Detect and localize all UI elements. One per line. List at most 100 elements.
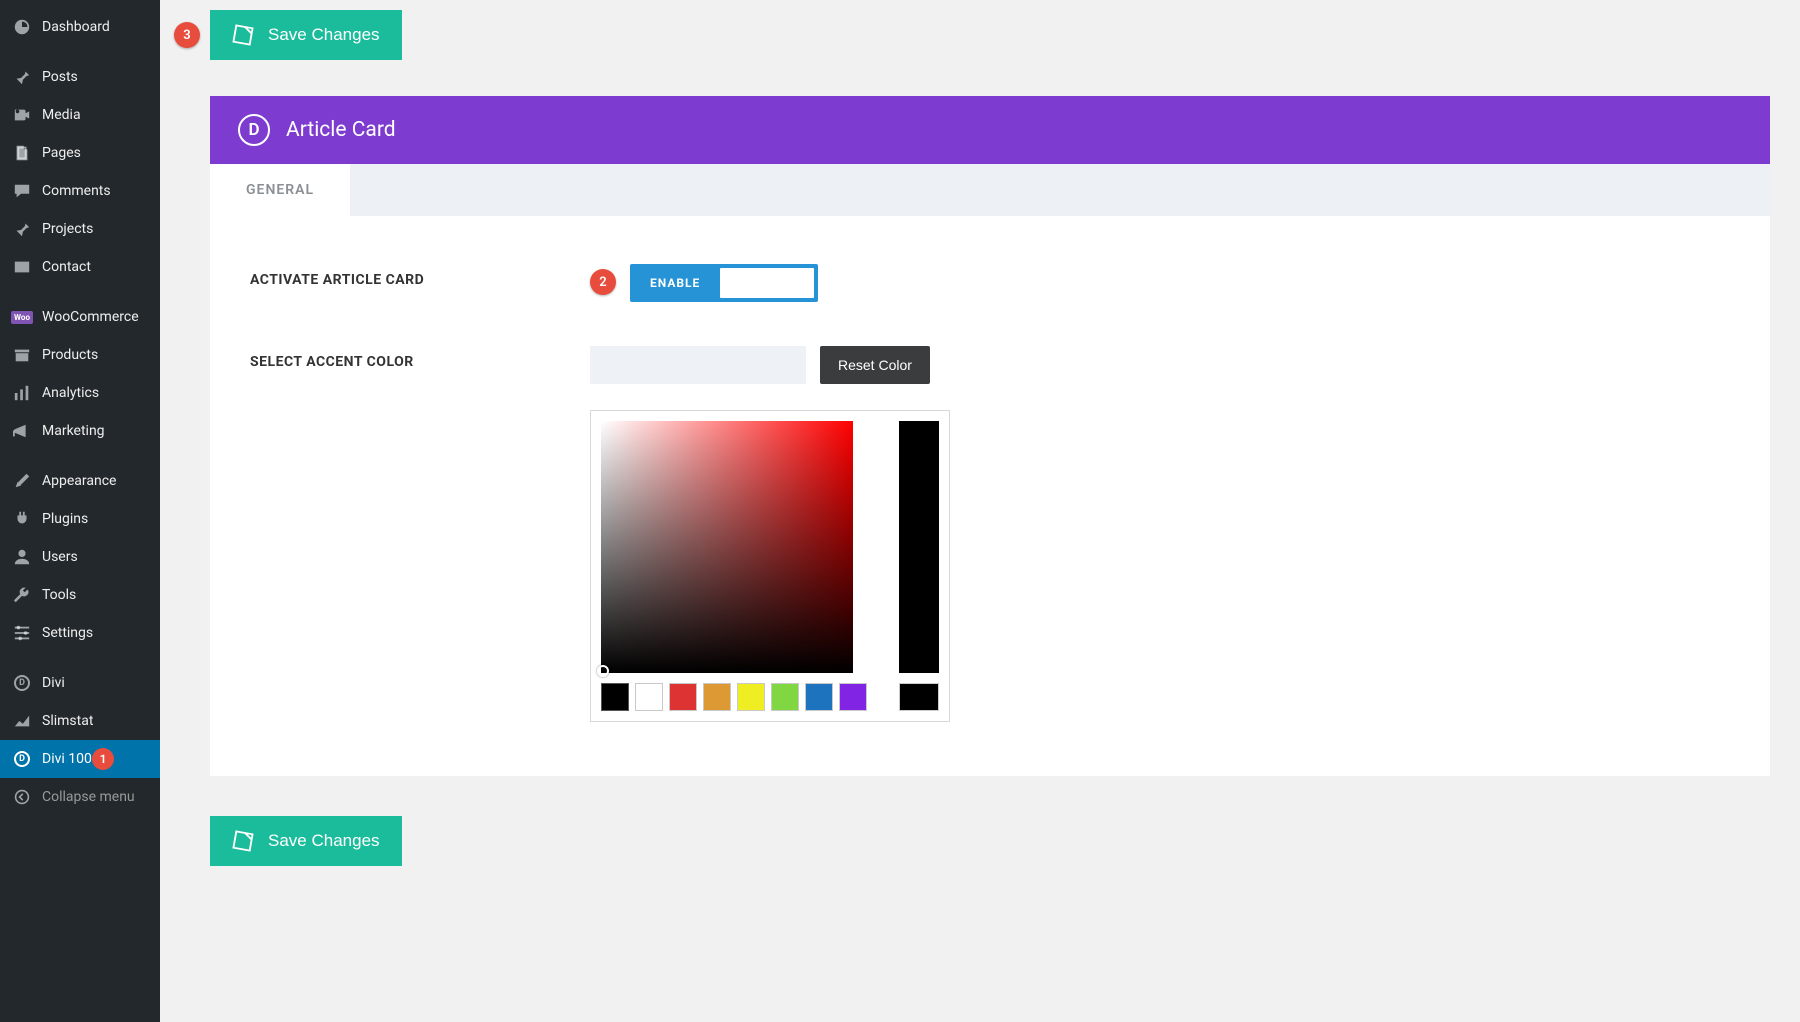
divi-logo-icon: D xyxy=(238,114,270,146)
archive-icon xyxy=(12,345,32,365)
megaphone-icon xyxy=(12,421,32,441)
sidebar-item-settings[interactable]: Settings xyxy=(0,614,160,652)
divi-icon: D xyxy=(12,749,32,769)
sidebar-item-label: Settings xyxy=(42,625,93,641)
accent-color-input[interactable] xyxy=(590,346,806,384)
sidebar-item-users[interactable]: Users xyxy=(0,538,160,576)
media-icon xyxy=(12,105,32,125)
pin-icon xyxy=(12,219,32,239)
panel-header: D Article Card xyxy=(210,96,1770,164)
sidebar-item-tools[interactable]: Tools xyxy=(0,576,160,614)
sidebar-item-label: Contact xyxy=(42,259,91,275)
sidebar-item-pages[interactable]: Pages xyxy=(0,134,160,172)
saturation-value-area[interactable] xyxy=(601,421,853,673)
color-preview xyxy=(899,683,939,711)
pin-icon xyxy=(12,67,32,87)
save-changes-button-bottom[interactable]: Save Changes xyxy=(210,816,402,866)
swatch-black[interactable] xyxy=(601,683,629,711)
accent-color-label: SELECT ACCENT COLOR xyxy=(250,346,590,370)
main-content: 3 Save Changes D Article Card GENERAL AC… xyxy=(160,0,1800,1022)
woo-icon: Woo xyxy=(12,307,32,327)
sidebar-item-label: Plugins xyxy=(42,511,88,527)
sidebar-item-label: Posts xyxy=(42,69,78,85)
save-icon xyxy=(232,830,254,852)
swatch-white[interactable] xyxy=(635,683,663,711)
sidebar-item-products[interactable]: Products xyxy=(0,336,160,374)
sidebar-item-plugins[interactable]: Plugins xyxy=(0,500,160,538)
save-icon xyxy=(232,24,254,46)
save-changes-button-top[interactable]: Save Changes xyxy=(210,10,402,60)
field-activate: ACTIVATE ARTICLE CARD 2 ENABLE xyxy=(250,264,1730,302)
brush-icon xyxy=(12,471,32,491)
collapse-icon xyxy=(12,787,32,807)
analytics-icon xyxy=(12,383,32,403)
sidebar-item-marketing[interactable]: Marketing xyxy=(0,412,160,450)
tab-general[interactable]: GENERAL xyxy=(210,164,350,216)
save-button-label: Save Changes xyxy=(268,25,380,45)
sidebar-item-label: Tools xyxy=(42,587,76,603)
activate-label: ACTIVATE ARTICLE CARD xyxy=(250,264,590,288)
sidebar-item-label: Collapse menu xyxy=(42,789,135,805)
sidebar-item-projects[interactable]: Projects xyxy=(0,210,160,248)
sidebar-item-label: Pages xyxy=(42,145,81,161)
swatch-green[interactable] xyxy=(771,683,799,711)
sidebar-item-comments[interactable]: Comments xyxy=(0,172,160,210)
article-card-panel: D Article Card GENERAL ACTIVATE ARTICLE … xyxy=(210,96,1770,776)
color-picker xyxy=(590,410,950,722)
sidebar-item-label: Slimstat xyxy=(42,713,93,729)
mail-icon xyxy=(12,257,32,277)
sidebar-item-analytics[interactable]: Analytics xyxy=(0,374,160,412)
panel-title: Article Card xyxy=(286,118,396,142)
pages-icon xyxy=(12,143,32,163)
toggle-knob xyxy=(720,268,814,298)
annotation-badge-2: 2 xyxy=(590,269,616,295)
sidebar-item-woocommerce[interactable]: Woo WooCommerce xyxy=(0,298,160,336)
plug-icon xyxy=(12,509,32,529)
swatch-yellow[interactable] xyxy=(737,683,765,711)
swatch-purple[interactable] xyxy=(839,683,867,711)
sidebar-item-label: Comments xyxy=(42,183,111,199)
sidebar-item-label: Marketing xyxy=(42,423,105,439)
sidebar-item-label: Users xyxy=(42,549,78,565)
hue-slider[interactable] xyxy=(899,421,939,673)
field-accent-color: SELECT ACCENT COLOR Reset Color xyxy=(250,346,1730,722)
sidebar-item-label: Media xyxy=(42,107,81,123)
swatch-blue[interactable] xyxy=(805,683,833,711)
color-palette xyxy=(601,683,867,711)
comment-icon xyxy=(12,181,32,201)
sidebar-collapse[interactable]: Collapse menu xyxy=(0,778,160,816)
reset-color-button[interactable]: Reset Color xyxy=(820,346,930,384)
stats-icon xyxy=(12,711,32,731)
annotation-badge-1: 1 xyxy=(92,748,114,770)
save-button-label: Save Changes xyxy=(268,831,380,851)
panel-tabs: GENERAL xyxy=(210,164,1770,216)
sidebar-item-slimstat[interactable]: Slimstat xyxy=(0,702,160,740)
annotation-badge-3: 3 xyxy=(174,22,200,48)
sv-handle[interactable] xyxy=(597,665,609,677)
wrench-icon xyxy=(12,585,32,605)
sidebar-item-label: Divi xyxy=(42,675,65,691)
sidebar-item-label: WooCommerce xyxy=(42,309,139,325)
sidebar-item-dashboard[interactable]: Dashboard xyxy=(0,8,160,46)
swatch-red[interactable] xyxy=(669,683,697,711)
sidebar-item-divi[interactable]: D Divi xyxy=(0,664,160,702)
sidebar-item-label: Analytics xyxy=(42,385,99,401)
sidebar-item-label: Dashboard xyxy=(42,19,110,35)
activate-toggle[interactable]: ENABLE xyxy=(630,264,818,302)
sliders-icon xyxy=(12,623,32,643)
swatch-orange[interactable] xyxy=(703,683,731,711)
sidebar-item-media[interactable]: Media xyxy=(0,96,160,134)
sidebar-item-contact[interactable]: Contact xyxy=(0,248,160,286)
sidebar-item-posts[interactable]: Posts xyxy=(0,58,160,96)
divi-icon: D xyxy=(12,673,32,693)
toggle-label: ENABLE xyxy=(632,276,718,290)
user-icon xyxy=(12,547,32,567)
sidebar-item-divi-100[interactable]: D Divi 100 1 xyxy=(0,740,160,778)
dashboard-icon xyxy=(12,17,32,37)
sidebar-item-label: Appearance xyxy=(42,473,116,489)
sidebar-item-label: Products xyxy=(42,347,98,363)
sidebar-item-appearance[interactable]: Appearance xyxy=(0,462,160,500)
sidebar-item-label: Divi 100 xyxy=(42,751,92,767)
panel-body: ACTIVATE ARTICLE CARD 2 ENABLE SELECT AC… xyxy=(210,216,1770,776)
sidebar-item-label: Projects xyxy=(42,221,93,237)
